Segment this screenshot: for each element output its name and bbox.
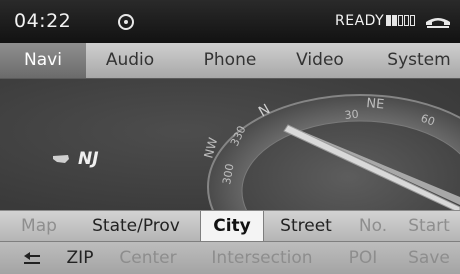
compass-label-30: 30: [344, 108, 359, 122]
us-map-icon: [53, 155, 69, 163]
bottom-options-row: ZIP Center Intersection POI Save: [0, 241, 460, 274]
intersection-button[interactable]: Intersection: [200, 242, 324, 274]
current-state: NJ: [52, 149, 99, 169]
phone-icon: [426, 18, 450, 28]
radio-status-icon: [118, 14, 134, 30]
status-bar: 04:22 READY: [0, 0, 460, 43]
address-fields-row: Map State/Prov City Street No. Start: [0, 210, 460, 241]
compass-graphic: NE 30 60 N 330 300 NW: [201, 94, 460, 210]
zip-button[interactable]: ZIP: [58, 242, 102, 274]
state-label: NJ: [78, 149, 99, 169]
map-view[interactable]: NE 30 60 N 330 300 NW NJ: [0, 79, 460, 210]
menu-video[interactable]: Video: [285, 43, 355, 78]
clock: 04:22: [14, 10, 72, 32]
signal-bar: [404, 15, 409, 26]
center-button[interactable]: Center: [108, 242, 188, 274]
field-map[interactable]: Map: [14, 211, 64, 241]
menu-navi[interactable]: Navi: [0, 43, 86, 78]
field-start[interactable]: Start: [402, 211, 456, 241]
menu-system[interactable]: System: [378, 43, 460, 78]
compass-label-ne: NE: [366, 96, 385, 113]
field-state-prov[interactable]: State/Prov: [80, 211, 192, 241]
field-street[interactable]: Street: [270, 211, 342, 241]
signal-bar: [386, 15, 391, 26]
poi-button[interactable]: POI: [340, 242, 386, 274]
back-arrow-icon[interactable]: [22, 252, 42, 266]
menu-phone[interactable]: Phone: [190, 43, 270, 78]
field-number[interactable]: No.: [352, 211, 394, 241]
field-city[interactable]: City: [200, 211, 264, 241]
main-menu-bar: Navi Audio Phone Video System: [0, 43, 460, 79]
signal-bar: [398, 15, 403, 26]
navigation-screen: 04:22 READY Navi Audio Phone Video Syste…: [0, 0, 460, 274]
signal-strength-icon: [386, 15, 415, 27]
ready-indicator: READY: [335, 13, 385, 29]
signal-bar: [392, 15, 397, 26]
menu-audio[interactable]: Audio: [95, 43, 165, 78]
save-button[interactable]: Save: [402, 242, 456, 274]
signal-bar: [410, 15, 415, 26]
